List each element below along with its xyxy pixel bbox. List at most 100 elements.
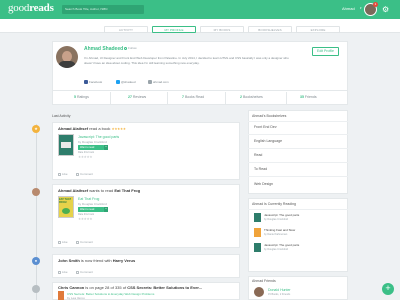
activity-action: is on page 28 of 335 of (85, 285, 127, 290)
tab-explore[interactable]: EXPLORE (296, 26, 340, 33)
book-title[interactable]: Eat That Frog (78, 197, 99, 201)
tab-bookshelves[interactable]: BOOKSHELVES (248, 26, 292, 33)
rate-label: Rate this book (78, 213, 94, 216)
friend-stats: 15 Books, 2 Friends (268, 293, 291, 296)
social-website[interactable]: ahmad.com (148, 80, 169, 85)
profile-bio: I'm Ahmad, UI Designer and Front End Web… (84, 56, 289, 65)
stat-ratings-label: Ratings (76, 95, 89, 99)
comment-icon (76, 172, 79, 176)
like-button[interactable]: Like (58, 270, 68, 274)
tab-activity[interactable]: ACTIVITY (104, 26, 148, 33)
activity-friend-link[interactable]: Harry Verus (113, 258, 135, 263)
activity-user[interactable]: Chris Cannon (58, 285, 84, 290)
social-twitter[interactable]: @shadeed (116, 80, 136, 85)
rate-stars[interactable]: ★★★★★ (78, 155, 93, 159)
follow-icon (124, 46, 127, 50)
shelf-item[interactable]: Read (254, 153, 262, 157)
shelf-item[interactable]: English Language (254, 139, 282, 143)
logo-bold: reads (29, 2, 54, 14)
social-facebook[interactable]: Facebook (84, 80, 103, 85)
friend-name[interactable]: Donald Hunter (268, 288, 291, 292)
activity-card (52, 184, 240, 248)
activity-action: wants to read (89, 188, 114, 193)
tab-my-profile[interactable]: MY PROFILE (152, 26, 196, 33)
book-cover[interactable] (254, 213, 261, 222)
activity-book-link[interactable]: CSS Secrets: Better Solutions to Ever... (127, 285, 202, 290)
avatar[interactable] (254, 287, 264, 297)
user-name[interactable]: Ahmad (342, 6, 355, 11)
chevron-down-icon[interactable]: ▾ (104, 207, 108, 212)
stat-friends[interactable]: 35Friends (300, 95, 317, 99)
comment-icon (76, 270, 79, 274)
activity-header: Chris Cannon is on page 28 of 335 of CSS… (58, 285, 202, 290)
social-twitter-label: @shadeed (121, 80, 136, 84)
logo[interactable]: goodreads (8, 2, 54, 14)
facebook-icon (84, 80, 88, 85)
friend-icon: ● (32, 257, 40, 265)
chevron-down-icon[interactable]: ▾ (360, 6, 362, 10)
tab-my-books[interactable]: MY BOOKS (200, 26, 244, 33)
rate-stars[interactable]: ★★★★★ (78, 217, 93, 221)
social-facebook-label: Facebook (89, 80, 103, 84)
chevron-down-icon[interactable]: ▾ (104, 145, 108, 150)
profile-name[interactable]: Ahmad Shadeed (84, 46, 123, 52)
edit-profile-button[interactable]: Edit Profile (312, 47, 339, 56)
stat-ratings[interactable]: 5Ratings (74, 95, 89, 99)
stat-books-read-label: Books Read (184, 95, 205, 99)
follow-button[interactable]: Follow (124, 46, 137, 50)
divider (248, 162, 348, 163)
book-cover-title: EAT THAT FROG! (59, 198, 71, 204)
book-cover[interactable] (254, 228, 261, 237)
like-icon (58, 240, 61, 244)
comment-label: Comment (80, 270, 94, 274)
stat-reviews[interactable]: 27Reviews (128, 95, 146, 99)
profile-avatar (56, 46, 78, 68)
activity-user[interactable]: Ahmad Alaihsef (58, 126, 88, 131)
activity-user[interactable]: Ahmad Alaihsef (58, 188, 88, 193)
activity-type-icon: ★ (32, 125, 40, 133)
shelf-item[interactable]: Front End Dev (254, 125, 277, 129)
activity-header: Ahmad Alaihsef read a book ★★★★★ (58, 126, 126, 131)
reading-title[interactable]: Thinking Fast and Slow (264, 228, 295, 232)
gear-icon[interactable]: ⚙ (382, 5, 391, 14)
stats-divider (52, 90, 348, 91)
book-author: by Douglas Crockford (78, 140, 107, 144)
activity-book-link[interactable]: Eat That Frog (114, 188, 140, 193)
reading-author: by Douglas Crockford (264, 248, 289, 251)
search-input[interactable]: Search Book Title, Author, ISBN (62, 5, 144, 14)
reading-title[interactable]: Javascript: The good parts (264, 243, 299, 247)
frog-illustration (62, 208, 70, 214)
comment-button[interactable]: Comment (76, 240, 93, 244)
like-button[interactable]: Like (58, 172, 68, 176)
comment-label: Comment (80, 172, 94, 176)
shelf-item[interactable]: To Read (254, 167, 267, 171)
stat-separator (225, 92, 226, 104)
book-cover[interactable] (254, 243, 261, 252)
want-to-read-button[interactable]: Want to read (78, 145, 104, 150)
reading-title[interactable]: Javascript: The good parts (264, 213, 299, 217)
avatar (32, 285, 40, 293)
stat-bookshelves[interactable]: 2Bookshelves (240, 95, 263, 99)
like-label: Like (62, 270, 68, 274)
stat-reviews-label: Reviews (132, 95, 147, 99)
activity-user[interactable]: John Smith (58, 258, 80, 263)
comment-icon (76, 240, 79, 244)
like-label: Like (62, 240, 68, 244)
shelf-item[interactable]: Web Design (254, 182, 273, 186)
divider (248, 176, 348, 177)
currently-reading-title: Ahmad Is Currently Reading (252, 202, 296, 206)
book-title[interactable]: Javascript: The good parts (78, 135, 119, 139)
activity-action: read a book (89, 126, 111, 131)
timeline-line (36, 124, 37, 300)
stat-books-read[interactable]: 7Books Read (182, 95, 204, 99)
like-button[interactable]: Like (58, 240, 68, 244)
like-icon (58, 172, 61, 176)
rate-label: Rate this book (78, 151, 94, 154)
plus-icon[interactable]: + (382, 283, 394, 295)
comment-button[interactable]: Comment (76, 270, 93, 274)
activity-title: Last Activity (52, 114, 71, 118)
notification-badge[interactable]: 1 (373, 2, 378, 7)
want-to-read-button[interactable]: Want to read (78, 207, 104, 212)
book-cover[interactable] (58, 291, 64, 300)
comment-button[interactable]: Comment (76, 172, 93, 176)
